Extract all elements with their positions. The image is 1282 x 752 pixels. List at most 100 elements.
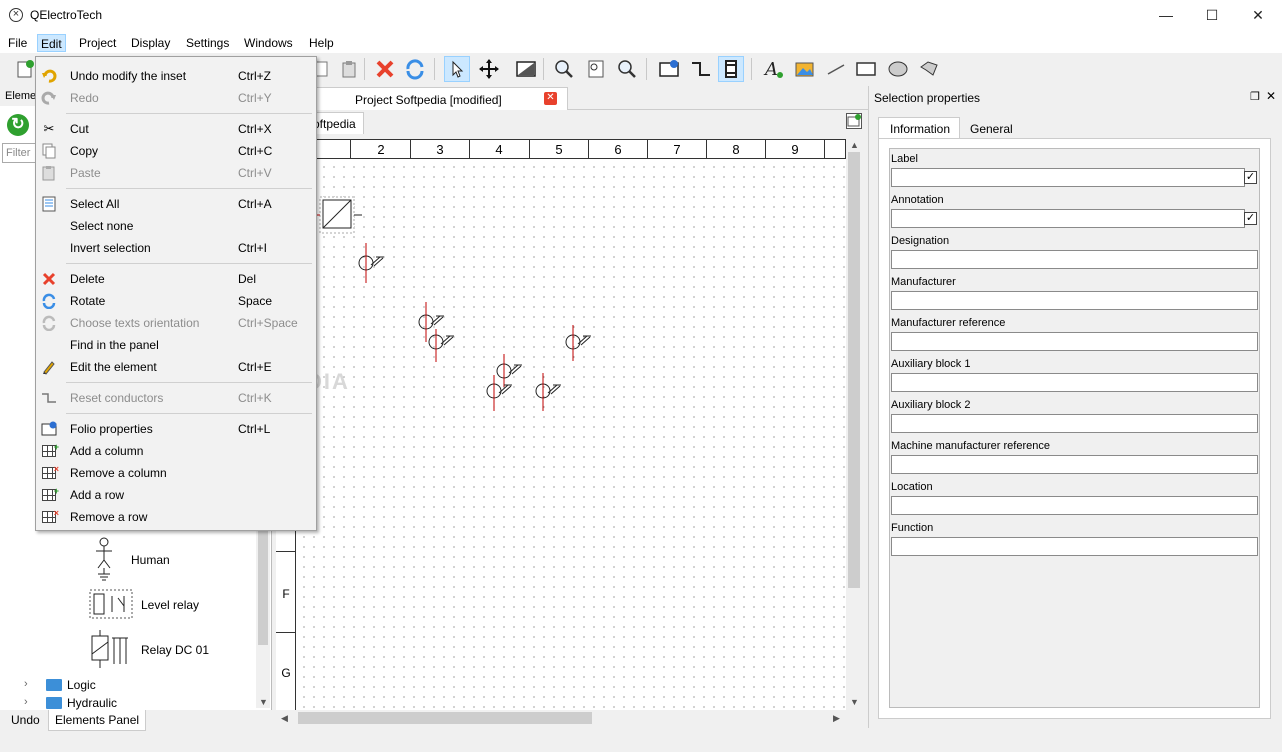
menu-item-label: Invert selection <box>70 241 151 255</box>
annotation-checkbox[interactable]: ✓ <box>1244 212 1257 225</box>
fit-view-icon[interactable] <box>513 56 539 82</box>
tab-general[interactable]: General <box>963 120 1023 139</box>
menu-item-add-column[interactable]: + Add a column <box>36 440 316 462</box>
element-label[interactable]: Human <box>131 553 170 567</box>
auxiliary-block-2-input[interactable] <box>891 414 1258 433</box>
conductor-toolbar-icon[interactable] <box>688 56 714 82</box>
add-ellipse-icon[interactable] <box>885 56 911 82</box>
annotation-input[interactable] <box>891 209 1245 228</box>
folio-properties-toolbar-icon[interactable] <box>656 56 682 82</box>
zoom-reset-icon[interactable] <box>614 56 640 82</box>
filter-input[interactable]: Filter <box>2 143 36 163</box>
menu-item-remove-column[interactable]: × Remove a column <box>36 462 316 484</box>
menu-settings[interactable]: Settings <box>183 34 232 52</box>
menu-item-choose-texts-orientation[interactable]: Choose texts orientation Ctrl+Space <box>36 312 316 334</box>
menu-item-redo[interactable]: Redo Ctrl+Y <box>36 87 316 109</box>
menu-item-reset-conductors[interactable]: Reset conductors Ctrl+K <box>36 387 316 409</box>
delete-toolbar-icon[interactable] <box>372 56 398 82</box>
auxiliary-block-1-input[interactable] <box>891 373 1258 392</box>
column-label: 7 <box>673 142 681 157</box>
chevron-right-icon[interactable]: ▶ <box>833 713 840 724</box>
relay-dc-element-icon <box>88 630 134 668</box>
elements-scrollbar-thumb[interactable] <box>258 530 268 645</box>
manufacturer-reference-input[interactable] <box>891 332 1258 351</box>
menu-item-folio-properties[interactable]: Folio properties Ctrl+L <box>36 418 316 440</box>
machine-manufacturer-reference-input[interactable] <box>891 455 1258 474</box>
menu-item-invert-selection[interactable]: Invert selection Ctrl+I <box>36 237 316 259</box>
menu-item-delete[interactable]: Delete Del <box>36 268 316 290</box>
field-label: Auxiliary block 2 <box>891 399 971 411</box>
menu-item-cut[interactable]: ✂ Cut Ctrl+X <box>36 118 316 140</box>
close-tab-icon[interactable]: ✕ <box>544 92 557 105</box>
terminal-strip-icon[interactable] <box>718 56 744 82</box>
chevron-right-icon[interactable]: › <box>24 696 28 708</box>
menu-item-rotate[interactable]: Rotate Space <box>36 290 316 312</box>
zoom-fit-icon[interactable] <box>551 56 577 82</box>
menu-separator <box>66 413 312 414</box>
menu-item-label: Find in the panel <box>70 338 159 352</box>
reload-icon[interactable]: ↻ <box>7 114 29 136</box>
menu-file[interactable]: File <box>5 34 30 52</box>
label-input[interactable] <box>891 168 1245 187</box>
menu-item-label: Delete <box>70 272 105 286</box>
chevron-right-icon[interactable]: › <box>24 678 28 690</box>
label-checkbox[interactable]: ✓ <box>1244 171 1257 184</box>
select-pointer-icon[interactable] <box>444 56 470 82</box>
add-rectangle-icon[interactable] <box>853 56 879 82</box>
add-text-icon[interactable]: A <box>760 56 786 82</box>
copy-icon <box>41 143 57 159</box>
add-folio-icon[interactable] <box>846 113 862 129</box>
maximize-button[interactable]: ☐ <box>1189 0 1235 31</box>
chevron-left-icon[interactable]: ◀ <box>281 713 288 724</box>
field-label: Function <box>891 522 934 534</box>
menu-project[interactable]: Project <box>76 34 119 52</box>
close-window-button[interactable]: ✕ <box>1235 0 1281 31</box>
text-orientation-icon <box>41 315 57 331</box>
minimize-button[interactable]: — <box>1143 0 1189 31</box>
select-all-icon <box>41 196 57 212</box>
function-input[interactable] <box>891 537 1258 556</box>
selection-properties-title: Selection properties <box>874 91 981 105</box>
menu-item-copy[interactable]: Copy Ctrl+C <box>36 140 316 162</box>
location-input[interactable] <box>891 496 1258 515</box>
menu-edit[interactable]: Edit <box>37 34 66 52</box>
float-dock-icon[interactable]: ❐ <box>1250 90 1260 103</box>
menu-windows[interactable]: Windows <box>241 34 296 52</box>
chevron-down-icon[interactable]: ▼ <box>259 697 268 707</box>
zoom-page-icon[interactable] <box>583 56 609 82</box>
schema-canvas[interactable]: SOFTPEDIA <box>276 139 846 710</box>
add-polygon-icon[interactable] <box>916 56 942 82</box>
menu-item-add-row[interactable]: + Add a row <box>36 484 316 506</box>
move-icon[interactable] <box>476 56 502 82</box>
chevron-up-icon[interactable]: ▲ <box>850 140 859 150</box>
tree-item-logic[interactable]: › Logic <box>24 677 244 695</box>
close-dock-icon[interactable]: ✕ <box>1266 89 1276 103</box>
paste-toolbar-icon[interactable] <box>336 56 362 82</box>
canvas-horizontal-scrollbar-thumb[interactable] <box>298 712 592 724</box>
field-label: Label <box>891 153 918 165</box>
menu-display[interactable]: Display <box>128 34 173 52</box>
tab-elements-panel[interactable]: Elements Panel <box>48 710 147 731</box>
add-line-icon[interactable] <box>823 56 849 82</box>
menu-item-paste[interactable]: Paste Ctrl+V <box>36 162 316 184</box>
tab-information[interactable]: Information <box>878 117 960 139</box>
menu-item-undo[interactable]: Undo modify the inset Ctrl+Z <box>36 65 316 87</box>
menu-item-edit-element[interactable]: Edit the element Ctrl+E <box>36 356 316 378</box>
designation-input[interactable] <box>891 250 1258 269</box>
add-image-icon[interactable] <box>792 56 818 82</box>
element-label[interactable]: Relay DC 01 <box>141 643 209 657</box>
folder-icon <box>46 679 62 691</box>
tab-project-softpedia[interactable]: Project Softpedia [modified] ✕ <box>316 87 568 110</box>
element-label[interactable]: Level relay <box>141 598 199 612</box>
rotate-toolbar-icon[interactable] <box>402 56 428 82</box>
app-logo-icon: × <box>9 8 23 22</box>
canvas-vertical-scrollbar-thumb[interactable] <box>848 152 860 588</box>
chevron-down-icon[interactable]: ▼ <box>850 697 859 707</box>
manufacturer-input[interactable] <box>891 291 1258 310</box>
menu-help[interactable]: Help <box>306 34 337 52</box>
tab-undo[interactable]: Undo <box>5 710 46 731</box>
menu-item-select-none[interactable]: Select none <box>36 215 316 237</box>
menu-item-select-all[interactable]: Select All Ctrl+A <box>36 193 316 215</box>
menu-item-remove-row[interactable]: × Remove a row <box>36 506 316 528</box>
menu-item-find-in-panel[interactable]: Find in the panel <box>36 334 316 356</box>
